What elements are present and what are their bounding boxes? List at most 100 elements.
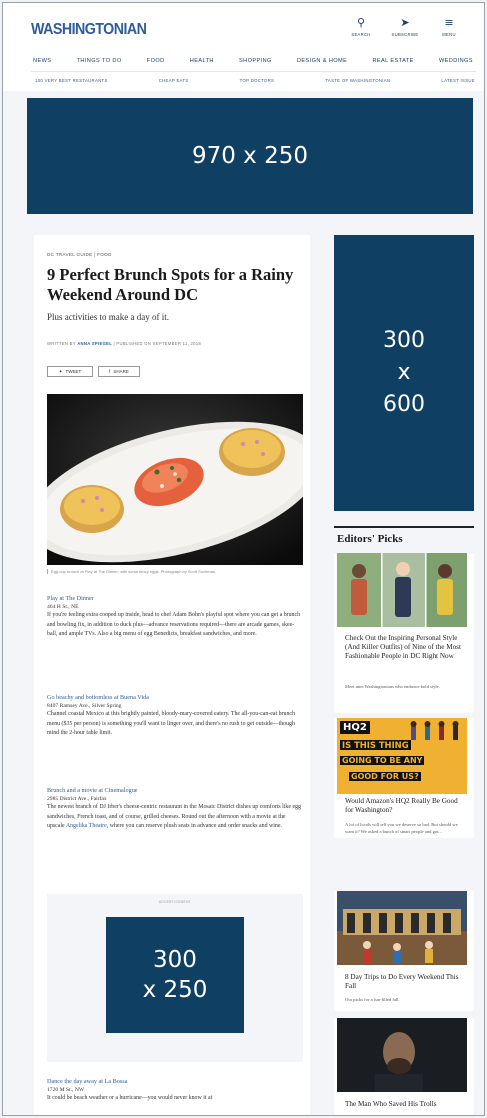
entry-heading[interactable]: Dance the day away at La Bossa	[47, 1078, 303, 1085]
facebook-icon: f	[109, 369, 111, 374]
pick-card[interactable]: Check Out the Inspiring Personal Style (…	[334, 553, 474, 713]
nav-item-cheap-eats[interactable]: CHEAP EATS	[159, 78, 189, 83]
entry-address: 1720 M St., NW	[47, 1087, 85, 1093]
advertisement-label: ADVERTISEMENT	[158, 900, 192, 904]
pick-card[interactable]: 8 Day Trips to Do Every Weekend This Fal…	[334, 891, 474, 1011]
search-icon: ⚲	[356, 16, 366, 29]
pick-image	[337, 1018, 467, 1092]
page-frame: WASHINGTONIAN ⚲ SEARCH ➤ SUBSCRIBE ≡ MEN…	[2, 2, 485, 1116]
entry-body: It could be beach weather or a hurricane…	[47, 1095, 213, 1101]
share-label: SHARE	[113, 369, 129, 374]
entry-body: If you're feeling extra cooped up inside…	[47, 612, 301, 638]
pick-image: HQ2 IS THIS THING GOING TO BE ANY GOOD F…	[337, 718, 467, 794]
entry-heading[interactable]: Go beachy and bottomless at Buena Vida	[47, 694, 303, 701]
nav-item-health[interactable]: HEALTH	[190, 58, 214, 64]
nav-divider	[31, 71, 476, 72]
inline-ad-size-1: 300	[153, 947, 197, 973]
skyscraper-ad-size-2: x	[397, 360, 411, 385]
entry-address: 464 H St., NE	[47, 604, 79, 610]
nav-item-best-restaurants[interactable]: 100 VERY BEST RESTAURANTS	[35, 78, 108, 83]
article-dek: Plus activities to make a day of it.	[47, 312, 169, 322]
pick-card[interactable]: The Man Who Saved His Trolls	[334, 1018, 474, 1115]
subscribe-label: SUBSCRIBE	[391, 32, 419, 37]
hq2-badge: HQ2	[340, 721, 370, 734]
editors-picks-heading: Editors' Picks	[337, 533, 403, 545]
inline-ad[interactable]: 300 x 250	[106, 917, 244, 1033]
list-item: Go beachy and bottomless at Buena Vida 8…	[47, 694, 303, 739]
article-hero-image	[47, 394, 303, 565]
image-headline-3: GOOD FOR US?	[349, 772, 421, 781]
skyscraper-ad-size-3: 600	[383, 392, 425, 417]
pick-title[interactable]: The Man Who Saved His Trolls	[345, 1100, 465, 1109]
list-item: Brunch and a movie at Cinemalogue 2985 D…	[47, 787, 303, 832]
leaderboard-ad-size: 970 x 250	[191, 143, 309, 169]
subscribe-button[interactable]: ➤ SUBSCRIBE	[390, 15, 420, 37]
list-item: Dance the day away at La Bossa 1720 M St…	[47, 1078, 303, 1104]
author-link[interactable]: ANNA SPIEGEL	[77, 341, 112, 346]
nav-item-shopping[interactable]: SHOPPING	[239, 58, 272, 64]
site-logo[interactable]: WASHINGTONIAN	[31, 21, 147, 39]
site-header: WASHINGTONIAN ⚲ SEARCH ➤ SUBSCRIBE ≡ MEN…	[3, 3, 484, 91]
publish-date: | PUBLISHED ON SEPTEMBER 11, 2018	[113, 341, 202, 346]
header-actions: ⚲ SEARCH ➤ SUBSCRIBE ≡ MENU	[346, 15, 464, 37]
article-byline: WRITTEN BY ANNA SPIEGEL | PUBLISHED ON S…	[47, 341, 201, 346]
day-trip-illustration	[337, 891, 467, 965]
entry-body-text: , where you can reserve plush seats in a…	[106, 823, 282, 830]
brunch-plate-illustration	[47, 394, 303, 565]
entry-heading[interactable]: Play at The Dinner	[47, 595, 303, 602]
image-headline-1: IS THIS THING	[340, 740, 411, 750]
tweet-label: TWEET	[65, 369, 82, 374]
pick-dek: Our picks for a fun-filled fall.	[345, 997, 400, 1002]
entry-heading[interactable]: Brunch and a movie at Cinemalogue	[47, 787, 303, 794]
entry-address: 8407 Ramsey Ave., Silver Spring	[47, 703, 122, 709]
pick-image	[337, 891, 467, 965]
nav-item-food[interactable]: FOOD	[147, 58, 165, 64]
fashion-collage-illustration	[337, 553, 467, 627]
inline-ad-size-2: x 250	[142, 977, 208, 1003]
pick-image	[337, 553, 467, 627]
pick-card[interactable]: HQ2 IS THIS THING GOING TO BE ANY GOOD F…	[334, 718, 474, 838]
menu-button[interactable]: ≡ MENU	[434, 15, 464, 37]
twitter-icon: ✦	[58, 368, 63, 374]
leaderboard-ad[interactable]: 970 x 250	[27, 98, 473, 214]
picks-divider	[334, 526, 474, 528]
entry-body: The newest branch of DJ Irber's cheese-c…	[47, 803, 303, 832]
menu-label: MENU	[442, 32, 456, 37]
pick-dek: Meet nine Washingtonians who embrace bol…	[345, 684, 440, 689]
pick-dek: A lot of locals will tell you we deserve…	[345, 822, 458, 834]
theatre-link[interactable]: Angelika Theatre	[66, 823, 107, 829]
pick-title[interactable]: Would Amazon's HQ2 Really Be Good for Wa…	[345, 797, 465, 815]
nav-item-things-to-do[interactable]: THINGS TO DO	[77, 58, 122, 64]
pick-title[interactable]: 8 Day Trips to Do Every Weekend This Fal…	[345, 973, 465, 991]
entry-address: 2985 District Ave., Fairfax	[47, 796, 107, 802]
portrait-illustration	[337, 1018, 467, 1092]
nav-item-top-doctors[interactable]: TOP DOCTORS	[240, 78, 275, 83]
pick-title[interactable]: Check Out the Inspiring Personal Style (…	[345, 634, 465, 661]
entry-body: Channel coastal Mexico at this brightly …	[47, 711, 295, 737]
article-card: DC TRAVEL GUIDE | FOOD 9 Perfect Brunch …	[34, 235, 310, 1115]
search-label: SEARCH	[351, 32, 371, 37]
share-button[interactable]: f SHARE	[98, 366, 140, 377]
byline-prefix: WRITTEN BY	[47, 341, 76, 346]
nav-item-real-estate[interactable]: REAL ESTATE	[372, 58, 413, 64]
skyscraper-ad-size-1: 300	[383, 328, 425, 353]
list-item: Play at The Dinner 464 H St., NE If you'…	[47, 595, 303, 640]
article-kicker[interactable]: DC TRAVEL GUIDE | FOOD	[47, 252, 112, 257]
menu-icon: ≡	[444, 16, 454, 29]
primary-nav: NEWS THINGS TO DO FOOD HEALTH SHOPPING D…	[33, 58, 473, 64]
nav-item-news[interactable]: NEWS	[33, 58, 51, 64]
secondary-nav: 100 VERY BEST RESTAURANTS CHEAP EATS TOP…	[35, 78, 475, 83]
nav-item-taste[interactable]: TASTE OF WASHINGTONIAN	[325, 78, 390, 83]
search-button[interactable]: ⚲ SEARCH	[346, 15, 376, 37]
skyscraper-ad[interactable]: 300 x 600	[334, 235, 474, 511]
nav-item-design-home[interactable]: DESIGN & HOME	[297, 58, 347, 64]
tweet-button[interactable]: ✦ TWEET	[47, 366, 93, 377]
nav-item-latest-issue[interactable]: LATEST ISSUE	[441, 78, 475, 83]
inline-ad-container: ADVERTISEMENT 300 x 250	[47, 894, 303, 1062]
subscribe-icon: ➤	[400, 16, 410, 29]
nav-item-weddings[interactable]: WEDDINGS	[439, 58, 473, 64]
image-caption: Egg-cup brunch at Play at The Dinner; wi…	[47, 569, 303, 574]
article-title: 9 Perfect Brunch Spots for a Rainy Weeke…	[47, 265, 294, 304]
people-silhouettes	[410, 721, 459, 740]
image-headline-2: GOING TO BE ANY	[340, 756, 425, 765]
